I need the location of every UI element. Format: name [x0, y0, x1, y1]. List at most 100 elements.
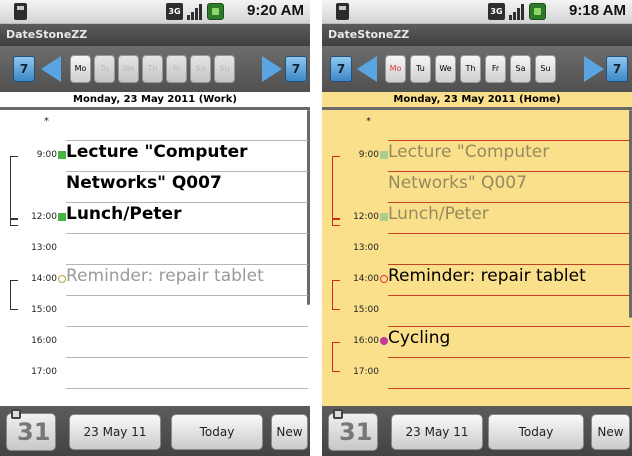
hour-row-15[interactable]: 15:00 [322, 296, 632, 327]
today-button[interactable]: Today [171, 414, 263, 450]
day-button-sa[interactable]: Sa [510, 55, 531, 83]
network-3g-icon: 3G [488, 3, 505, 20]
time-label: 14:00 [31, 274, 57, 284]
event-title: Cycling [388, 328, 451, 348]
date-header: Monday, 23 May 2011 (Home) [322, 92, 632, 110]
event-title: Reminder: repair tablet [388, 266, 586, 286]
time-label: 15:00 [31, 305, 57, 315]
event-title: Reminder: repair tablet [66, 266, 264, 286]
event-title: Lecture "Computer [66, 142, 248, 162]
date-header: Monday, 23 May 2011 (Work) [0, 92, 310, 110]
event-title-cont: Networks" Q007 [66, 173, 222, 193]
time-label: 9:00 [36, 150, 57, 160]
network-3g-icon: 3G [166, 3, 183, 20]
day-button-we[interactable]: We [118, 55, 139, 83]
event-marker-icon [380, 213, 388, 221]
event-row-cycling[interactable]: 16:00 Cycling [322, 327, 632, 358]
battery-icon [207, 3, 224, 20]
time-label: 14:00 [353, 274, 379, 284]
event-row-reminder[interactable]: 14:00 Reminder: repair tablet [0, 265, 310, 296]
day-button-su[interactable]: Su [535, 55, 556, 83]
calendar-month-icon[interactable]: 31 [6, 409, 56, 451]
day-button-fr[interactable]: Fr [485, 55, 506, 83]
signal-strength-icon [508, 3, 526, 20]
status-bar: 3G 9:20 AM [0, 0, 310, 24]
time-label: 17:00 [31, 367, 57, 377]
notification-icon [14, 3, 27, 20]
event-row-lunch[interactable]: 12:00 Lunch/Peter [0, 203, 310, 234]
time-label: 16:00 [353, 336, 379, 346]
signal-strength-icon [186, 3, 204, 20]
all-day-row[interactable]: * [322, 110, 632, 141]
bottom-toolbar: 31 23 May 11 Today New [0, 406, 310, 456]
next-week-button[interactable]: 7 [285, 56, 307, 82]
hour-row-13[interactable]: 13:00 [0, 234, 310, 265]
time-label: 17:00 [353, 367, 379, 377]
event-title: Lunch/Peter [66, 204, 182, 224]
event-marker-icon [58, 213, 66, 221]
calendar-month-icon[interactable]: 31 [328, 409, 378, 451]
agenda-list[interactable]: * 9:00 Lecture "Computer Networks" Q007 … [322, 110, 632, 420]
event-row-reminder[interactable]: 14:00 Reminder: repair tablet [322, 265, 632, 296]
next-day-button[interactable] [262, 56, 282, 82]
day-button-th[interactable]: Th [142, 55, 163, 83]
event-marker-icon [58, 151, 66, 159]
home-calendar-screen: 3G 9:18 AM DateStoneZZ 7 Mo Tu We Th Fr … [322, 0, 632, 456]
day-button-th[interactable]: Th [460, 55, 481, 83]
event-marker-icon [380, 151, 388, 159]
app-title: DateStoneZZ [0, 24, 310, 46]
hour-row-17[interactable]: 17:00 [322, 358, 632, 389]
day-button-su[interactable]: Su [214, 55, 235, 83]
date-picker-button[interactable]: 23 May 11 [391, 414, 483, 450]
day-selector-bar: 7 Mo Tu We Th Fr Sa Su 7 [322, 46, 632, 92]
time-label: 13:00 [353, 243, 379, 253]
time-label: 12:00 [31, 212, 57, 222]
time-label: 12:00 [353, 212, 379, 222]
event-row-lunch[interactable]: 12:00 Lunch/Peter [322, 203, 632, 234]
all-day-marker: * [366, 116, 371, 127]
day-button-mo[interactable]: Mo [70, 55, 91, 83]
event-span-bracket [332, 280, 340, 310]
next-day-button[interactable] [584, 56, 604, 82]
all-day-row[interactable]: * [0, 110, 310, 141]
new-event-button[interactable]: New [591, 414, 630, 450]
prev-week-button[interactable]: 7 [13, 56, 35, 82]
all-day-marker: * [44, 116, 49, 127]
event-title: Lecture "Computer [388, 142, 550, 162]
day-button-sa[interactable]: Sa [190, 55, 211, 83]
event-span-tick [332, 218, 340, 220]
day-button-tu[interactable]: Tu [94, 55, 115, 83]
day-button-fr[interactable]: Fr [166, 55, 187, 83]
day-selector-bar: 7 Mo Tu We Th Fr Sa Su 7 [0, 46, 310, 92]
status-time: 9:18 AM [569, 2, 626, 19]
new-event-button[interactable]: New [271, 414, 308, 450]
event-span-bracket [332, 156, 340, 226]
next-week-button[interactable]: 7 [606, 56, 628, 82]
bottom-toolbar: 31 23 May 11 Today New [322, 406, 632, 456]
battery-icon [529, 3, 546, 20]
date-picker-button[interactable]: 23 May 11 [69, 414, 161, 450]
time-label: 16:00 [31, 336, 57, 346]
app-title: DateStoneZZ [322, 24, 632, 46]
hour-row-15[interactable]: 15:00 [0, 296, 310, 327]
time-label: 9:00 [358, 150, 379, 160]
day-button-tu[interactable]: Tu [410, 55, 431, 83]
prev-week-button[interactable]: 7 [330, 56, 352, 82]
event-row-lecture[interactable]: 9:00 Lecture "Computer [322, 141, 632, 172]
event-row-lecture-cont[interactable]: Networks" Q007 [322, 172, 632, 203]
reminder-ring-icon [380, 275, 388, 283]
day-button-mo[interactable]: Mo [385, 55, 406, 83]
event-row-lecture[interactable]: 9:00 Lecture "Computer [0, 141, 310, 172]
time-label: 13:00 [31, 243, 57, 253]
day-button-we[interactable]: We [435, 55, 456, 83]
status-bar: 3G 9:18 AM [322, 0, 632, 24]
hour-row-16[interactable]: 16:00 [0, 327, 310, 358]
prev-day-button[interactable] [41, 56, 61, 82]
today-button[interactable]: Today [488, 414, 584, 450]
agenda-list[interactable]: * 9:00 Lecture "Computer Networks" Q007 … [0, 110, 310, 420]
prev-day-button[interactable] [357, 56, 377, 82]
hour-row-13[interactable]: 13:00 [322, 234, 632, 265]
time-label: 15:00 [353, 305, 379, 315]
event-row-lecture-cont[interactable]: Networks" Q007 [0, 172, 310, 203]
hour-row-17[interactable]: 17:00 [0, 358, 310, 389]
